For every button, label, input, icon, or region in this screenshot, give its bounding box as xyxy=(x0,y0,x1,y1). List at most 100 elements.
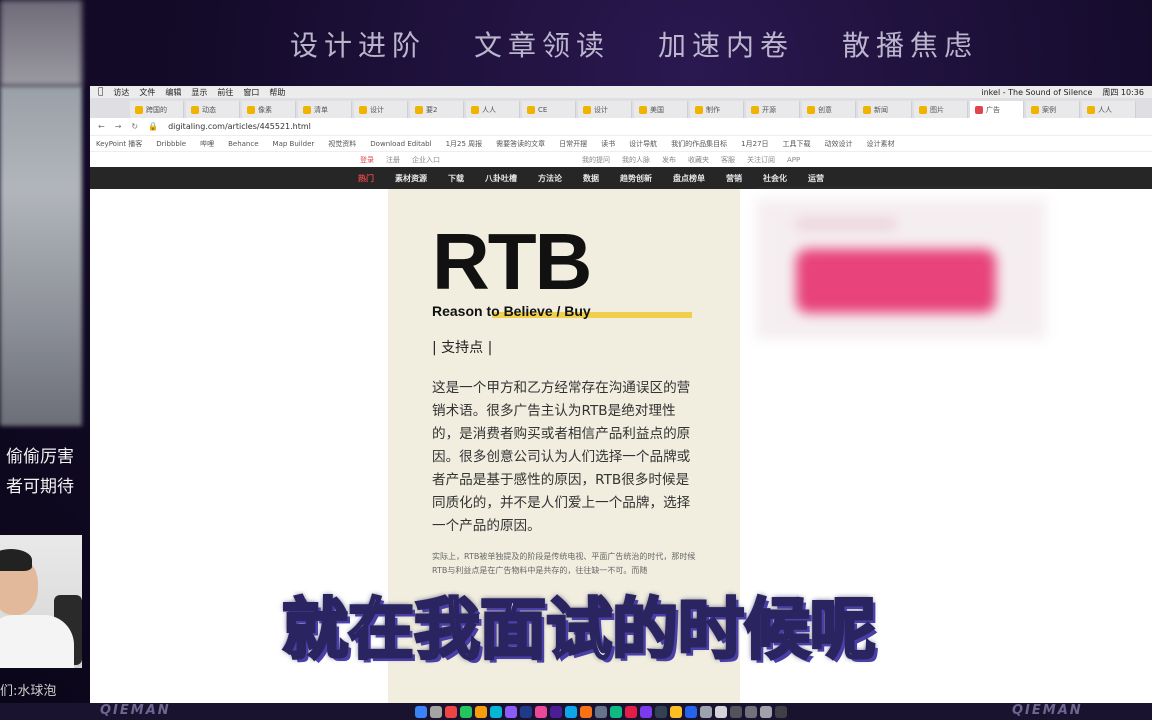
bookmark-item[interactable]: 设计素材 xyxy=(867,139,895,149)
browser-tab[interactable]: 新闻 xyxy=(858,101,912,118)
favicon-icon xyxy=(639,105,647,114)
dock-app-icon[interactable] xyxy=(430,705,442,718)
bookmark-item[interactable]: 我们的作品集目标 xyxy=(671,139,727,149)
browser-tab[interactable]: 创意 xyxy=(802,101,856,118)
dock-app-icon[interactable] xyxy=(700,705,712,718)
dock-app-icon[interactable] xyxy=(685,705,697,718)
bookmark-item[interactable]: 设计导航 xyxy=(629,139,657,149)
left-caption-line: 者可期待 xyxy=(6,477,74,497)
dock-app-icon[interactable] xyxy=(595,705,607,718)
dock-app-icon[interactable] xyxy=(565,705,577,718)
browser-tab[interactable]: 要2 xyxy=(410,101,464,118)
browser-tab[interactable]: 人人 xyxy=(466,101,520,118)
dock-app-icon[interactable] xyxy=(640,705,652,718)
dock-app-icon[interactable] xyxy=(760,705,772,718)
dock-app-icon[interactable] xyxy=(580,705,592,718)
dock-app-icon[interactable] xyxy=(655,705,667,718)
dock-app-icon[interactable] xyxy=(550,705,562,718)
menubar-clock[interactable]: 周四 10:36 xyxy=(1102,87,1144,98)
nav-item[interactable]: 数据 xyxy=(583,173,599,184)
nav-item[interactable]: 盘点榜单 xyxy=(673,173,705,184)
nav-item[interactable]: 八卦吐槽 xyxy=(485,173,517,184)
back-icon[interactable]: ← xyxy=(98,122,105,131)
browser-tab[interactable]: 美国 xyxy=(634,101,688,118)
site-link[interactable]: 收藏夹 xyxy=(688,155,709,165)
dock-app-icon[interactable] xyxy=(715,705,727,718)
bookmark-item[interactable]: Download Editabl xyxy=(370,140,431,148)
menu-item[interactable]: 访达 xyxy=(113,87,129,98)
browser-tab[interactable]: 清单 xyxy=(298,101,352,118)
nav-item[interactable]: 运营 xyxy=(808,173,824,184)
bookmark-item[interactable]: 需要答读的文章 xyxy=(496,139,545,149)
bookmark-item[interactable]: Map Builder xyxy=(273,140,315,148)
banner-items: 设计进阶 文章领读 加速内卷 散播焦虑 xyxy=(290,24,978,64)
bookmark-item[interactable]: 工具下载 xyxy=(783,139,811,149)
menu-item[interactable]: 前往 xyxy=(217,87,233,98)
dock-app-icon[interactable] xyxy=(745,705,757,718)
dock-app-icon[interactable] xyxy=(520,705,532,718)
reload-icon[interactable]: ↻ xyxy=(131,122,138,131)
menu-item[interactable]: 显示 xyxy=(191,87,207,98)
nav-item-hot[interactable]: 热门 xyxy=(358,173,374,184)
now-playing[interactable]: inkel - The Sound of Silence xyxy=(981,88,1092,97)
apple-icon[interactable]:  xyxy=(98,87,103,97)
browser-tab[interactable]: 人人 xyxy=(1082,101,1136,118)
browser-tab[interactable]: 开源 xyxy=(746,101,800,118)
browser-tab[interactable]: 动态 xyxy=(186,101,240,118)
dock-app-icon[interactable] xyxy=(610,705,622,718)
dock-app-icon[interactable] xyxy=(670,705,682,718)
bookmark-item[interactable]: 视觉资料 xyxy=(328,139,356,149)
dock-app-icon[interactable] xyxy=(475,705,487,718)
nav-item[interactable]: 方法论 xyxy=(538,173,562,184)
nav-item[interactable]: 营销 xyxy=(726,173,742,184)
dock-app-icon[interactable] xyxy=(535,705,547,718)
browser-tab[interactable]: 跨国的 xyxy=(130,101,184,118)
site-link[interactable]: 关注订阅 xyxy=(747,155,775,165)
bookmark-item[interactable]: 读书 xyxy=(601,139,615,149)
bookmark-item[interactable]: 动效设计 xyxy=(825,139,853,149)
mac-dock xyxy=(415,703,787,720)
bookmark-item[interactable]: 日常开摆 xyxy=(559,139,587,149)
dock-app-icon[interactable] xyxy=(490,705,502,718)
bookmark-item[interactable]: 1月27日 xyxy=(741,139,768,149)
dock-app-icon[interactable] xyxy=(775,705,787,718)
site-link[interactable]: 企业入口 xyxy=(412,155,440,165)
person-cap xyxy=(0,549,32,571)
site-link[interactable]: 登录 xyxy=(360,155,374,165)
browser-tab[interactable]: 制作 xyxy=(690,101,744,118)
browser-tab[interactable]: 设计 xyxy=(578,101,632,118)
browser-tab[interactable]: 像素 xyxy=(242,101,296,118)
browser-tab[interactable]: 案例 xyxy=(1026,101,1080,118)
bookmark-item[interactable]: 1月25 周报 xyxy=(446,139,483,149)
nav-item[interactable]: 下载 xyxy=(448,173,464,184)
menu-item[interactable]: 窗口 xyxy=(243,87,259,98)
site-link[interactable]: 客服 xyxy=(721,155,735,165)
menu-item[interactable]: 文件 xyxy=(139,87,155,98)
nav-item[interactable]: 社会化 xyxy=(763,173,787,184)
forward-icon[interactable]: → xyxy=(115,122,122,131)
dock-app-icon[interactable] xyxy=(460,705,472,718)
site-link[interactable]: APP xyxy=(787,156,800,164)
dock-app-icon[interactable] xyxy=(625,705,637,718)
site-link[interactable]: 我的提问 xyxy=(582,155,610,165)
menu-item[interactable]: 编辑 xyxy=(165,87,181,98)
bookmark-item[interactable]: Behance xyxy=(228,140,258,148)
browser-tab[interactable]: 图片 xyxy=(914,101,968,118)
dock-app-icon[interactable] xyxy=(730,705,742,718)
browser-tab[interactable]: 设计 xyxy=(354,101,408,118)
dock-app-icon[interactable] xyxy=(415,705,427,718)
dock-app-icon[interactable] xyxy=(445,705,457,718)
site-link[interactable]: 注册 xyxy=(386,155,400,165)
bookmark-item[interactable]: 哔哩 xyxy=(200,139,214,149)
url-field[interactable]: digitaling.com/articles/445521.html xyxy=(168,122,311,131)
nav-item[interactable]: 趋势创新 xyxy=(620,173,652,184)
site-link[interactable]: 发布 xyxy=(662,155,676,165)
dock-app-icon[interactable] xyxy=(505,705,517,718)
browser-tab-active[interactable]: 广告 xyxy=(970,101,1024,118)
bookmark-item[interactable]: Dribbble xyxy=(156,140,186,148)
bookmark-item[interactable]: KeyPoint 播客 xyxy=(96,139,142,149)
browser-tab[interactable]: CE xyxy=(522,101,576,118)
menu-item[interactable]: 帮助 xyxy=(269,87,285,98)
site-link[interactable]: 我的人脉 xyxy=(622,155,650,165)
nav-item[interactable]: 素材资源 xyxy=(395,173,427,184)
